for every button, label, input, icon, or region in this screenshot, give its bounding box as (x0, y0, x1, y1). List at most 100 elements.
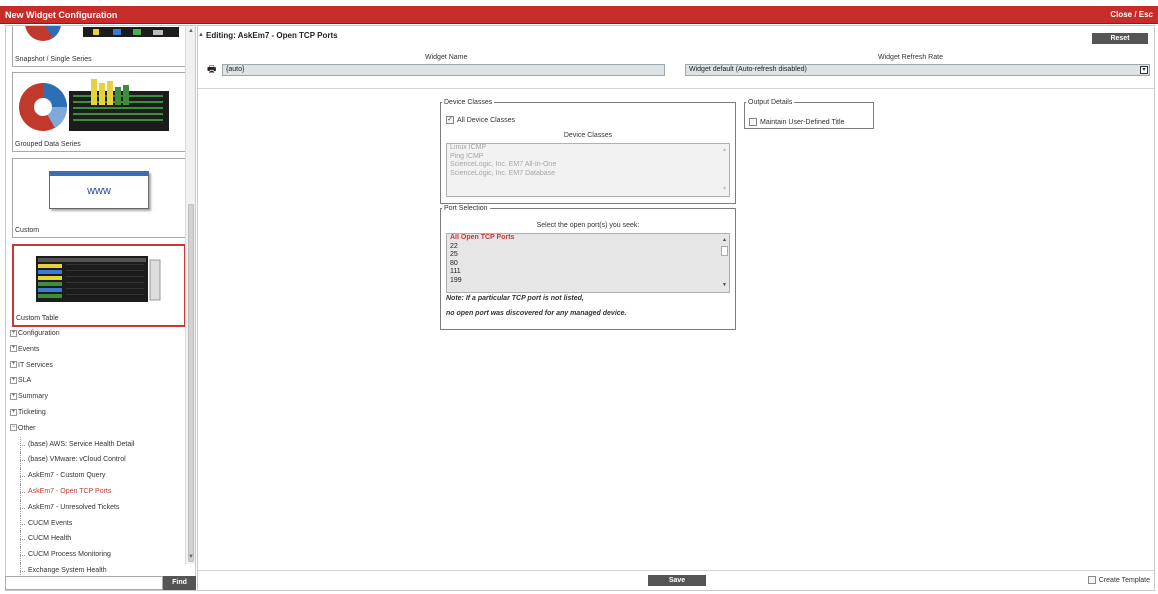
all-device-classes-checkbox[interactable]: ✓ (446, 116, 454, 124)
tree-item-label: CUCM Process Monitoring (28, 551, 111, 559)
tree-node-label: Other (18, 424, 36, 432)
refresh-rate-value: Widget default (Auto-refresh disabled) (689, 66, 807, 73)
title-bar-band (0, 6, 1158, 24)
scroll-down-icon[interactable]: ▼ (188, 554, 194, 560)
scroll-up-icon[interactable]: ▲ (722, 236, 727, 245)
tree-item-label: (base) AWS: Service Health Detail (28, 440, 135, 448)
sidebar-scrollbar[interactable]: ▲ ▼ (185, 26, 195, 564)
grouped-data-thumbnail (19, 79, 169, 131)
widget-card-grouped-data-series[interactable]: Grouped Data Series (12, 72, 186, 152)
list-item[interactable]: 199 (447, 277, 729, 286)
card-caption: Snapshot / Single Series (15, 56, 92, 63)
tree-node-summary[interactable]: + Summary (10, 389, 186, 405)
list-item[interactable]: 22 (447, 243, 729, 252)
list-item[interactable]: 111 (447, 268, 729, 277)
expand-icon[interactable]: + (10, 329, 17, 337)
widget-name-label: Widget Name (425, 54, 468, 61)
tree-item-label: CUCM Events (28, 519, 73, 527)
list-item[interactable]: Ping ICMP (447, 153, 729, 162)
list-item[interactable]: 25 (447, 251, 729, 260)
create-template-label: Create Template (1098, 576, 1150, 584)
expand-icon[interactable]: + (10, 392, 17, 400)
find-button[interactable]: Find (163, 576, 196, 590)
tree-item-cucm-process-monitoring[interactable]: CUCM Process Monitoring (10, 547, 186, 563)
create-template-checkbox[interactable] (1087, 576, 1096, 584)
list-item[interactable]: Linux ICMP (447, 144, 729, 153)
tree-item-cucm-health[interactable]: CUCM Health (10, 531, 186, 547)
list-scrollbar[interactable]: ▲ ▼ (720, 144, 729, 196)
port-list[interactable]: All Open TCP Ports 22 25 80 111 199 ▲ ▼ (446, 233, 730, 293)
list-item[interactable]: 80 (447, 260, 729, 269)
all-device-classes-row[interactable]: ✓ All Device Classes (446, 116, 515, 124)
tree-item-askem7-unresolved-tickets[interactable]: AskEm7 - Unresolved Tickets (10, 499, 186, 516)
list-item[interactable]: ScienceLogic, Inc. EM7 All-In-One (447, 161, 729, 170)
divider (198, 88, 1154, 89)
scroll-down-icon[interactable]: ▼ (722, 281, 727, 290)
editing-title: Editing: AskEm7 - Open TCP Ports (206, 31, 338, 40)
tree-node-configuration[interactable]: + Configuration (10, 326, 186, 342)
tree-item-cucm-events[interactable]: CUCM Events (10, 515, 186, 532)
widget-name-field[interactable]: {auto} (222, 64, 665, 76)
widget-type-sidebar: Snapshot / Single Series Grouped Data Se… (5, 25, 196, 591)
all-device-classes-label: All Device Classes (457, 116, 515, 124)
list-scrollbar[interactable]: ▲ ▼ (720, 234, 729, 292)
expand-icon[interactable]: + (10, 345, 17, 353)
collapse-icon[interactable]: − (10, 424, 17, 432)
port-selection-legend: Port Selection (444, 205, 488, 212)
close-button[interactable]: Close / Esc (1110, 10, 1153, 19)
tree-item-label: AskEm7 - Unresolved Tickets (28, 503, 120, 511)
scroll-up-icon[interactable]: ▲ (722, 146, 727, 155)
device-classes-legend: Device Classes (444, 99, 493, 106)
refresh-rate-select[interactable]: Widget default (Auto-refresh disabled) ▾ (685, 64, 1150, 76)
create-template-row[interactable]: Create Template (1087, 576, 1150, 584)
scroll-up-icon[interactable]: ▲ (188, 28, 194, 34)
port-instruction: Select the open port(s) you seek: (536, 222, 640, 229)
find-input[interactable] (5, 576, 163, 590)
window-title: New Widget Configuration (5, 10, 118, 20)
tree-node-sla[interactable]: + SLA (10, 373, 186, 389)
tree-item-askem7-open-tcp-ports[interactable]: AskEm7 - Open TCP Ports (10, 483, 186, 500)
maintain-title-checkbox[interactable] (749, 118, 757, 126)
expand-icon[interactable]: + (10, 408, 17, 416)
list-item[interactable]: ScienceLogic, Inc. EM7 Database (447, 170, 729, 179)
collapse-arrow-icon[interactable]: ▲ (198, 32, 204, 38)
tree-node-events[interactable]: + Events (10, 342, 186, 358)
scroll-thumb[interactable] (721, 246, 728, 256)
scroll-thumb[interactable] (188, 204, 194, 562)
card-caption: Custom Table (16, 315, 59, 322)
tree-node-other[interactable]: − Other (10, 421, 186, 437)
tree-node-label: Ticketing (18, 408, 46, 416)
title-bar: New Widget Configuration Close / Esc (0, 0, 1158, 25)
tree-item-label: (base) VMware: vCloud Control (28, 456, 126, 464)
scroll-down-icon[interactable]: ▼ (722, 185, 727, 194)
tree-node-ticketing[interactable]: + Ticketing (10, 405, 186, 421)
tree-node-label: Summary (18, 393, 48, 401)
maintain-title-row[interactable]: Maintain User-Defined Title (749, 118, 844, 126)
tree-node-label: SLA (18, 377, 32, 385)
expand-icon[interactable]: + (10, 361, 17, 369)
list-item[interactable]: All Open TCP Ports (447, 234, 729, 243)
find-bar: Find (5, 576, 196, 591)
tree-node-it-services[interactable]: + IT Services (10, 358, 186, 374)
snapshot-thumbnail (25, 26, 179, 41)
save-button[interactable]: Save (648, 575, 706, 586)
custom-table-thumbnail (36, 256, 161, 302)
chevron-down-icon[interactable]: ▾ (1140, 66, 1148, 74)
tree-item-label: Exchange System Health (28, 566, 107, 574)
widget-card-custom[interactable]: www Custom (12, 158, 186, 238)
tree-item-label: CUCM Health (28, 535, 72, 543)
tree-item-aws-service-health[interactable]: (base) AWS: Service Health Detail (10, 436, 186, 453)
tree-item-askem7-custom-query[interactable]: AskEm7 - Custom Query (10, 468, 186, 484)
output-details-fieldset: Output Details Maintain User-Defined Tit… (744, 99, 874, 129)
printer-icon[interactable]: 🖶 (207, 65, 216, 75)
device-classes-list[interactable]: Linux ICMP Ping ICMP ScienceLogic, Inc. … (446, 143, 730, 197)
tree-item-vmware-vcloud[interactable]: (base) VMware: vCloud Control (10, 452, 186, 468)
footer-divider (198, 570, 1154, 571)
custom-thumbnail: www (49, 171, 149, 209)
widget-card-snapshot[interactable]: Snapshot / Single Series (12, 26, 186, 67)
reset-button[interactable]: Reset (1092, 33, 1148, 44)
widget-card-custom-table[interactable]: Custom Table (12, 244, 186, 327)
tree-node-label: Configuration (18, 330, 60, 337)
device-classes-list-title: Device Classes (563, 132, 613, 139)
expand-icon[interactable]: + (10, 377, 17, 385)
